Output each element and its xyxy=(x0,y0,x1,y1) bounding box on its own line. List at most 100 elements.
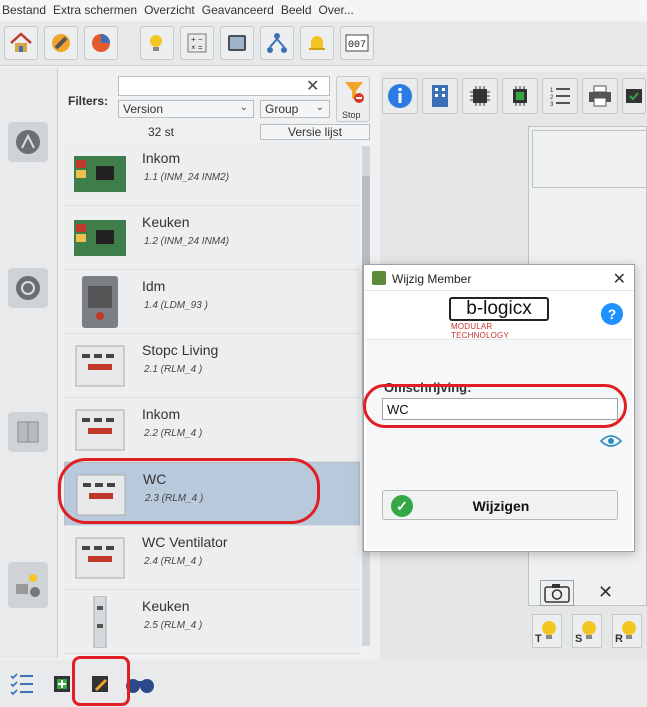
rail-module-thumb xyxy=(93,596,107,648)
menu-bestand[interactable]: Bestand xyxy=(2,3,53,17)
menu-extra-schermen[interactable]: Extra schermen xyxy=(53,3,144,17)
svg-text:× =: × = xyxy=(191,43,203,52)
member-code: 1.4 (LDM_93 ) xyxy=(144,300,208,311)
member-name: Stopc Living xyxy=(142,342,219,358)
version-select-value: Version xyxy=(123,102,164,116)
stop-label: Stop xyxy=(342,110,361,120)
main-toolbar: + − × = 007 xyxy=(0,22,647,66)
menu-geavanceerd[interactable]: Geavanceerd xyxy=(202,3,281,17)
member-name: WC xyxy=(143,471,167,487)
chevron-down-icon: ⌄ xyxy=(315,102,324,113)
logo-text: b-logicx xyxy=(449,297,549,321)
stop-filter-button[interactable]: Stop xyxy=(336,76,370,122)
bulb-letter: R xyxy=(615,633,623,645)
chip-icon[interactable] xyxy=(462,78,498,114)
menu-beeld[interactable]: Beeld xyxy=(281,3,319,17)
version-select[interactable]: Version ⌄ xyxy=(118,100,254,118)
omschrijving-input[interactable]: WC xyxy=(382,398,618,420)
funnel-icon xyxy=(345,82,364,103)
info-icon[interactable] xyxy=(382,78,418,114)
settings-chart-icon[interactable] xyxy=(84,26,118,60)
wijzig-member-dialog: Wijzig Member ✕ b-logicx MODULAR TECHNOL… xyxy=(363,264,635,552)
member-code: 1.1 (INM_24 INM2) xyxy=(144,172,230,183)
wrench-icon[interactable] xyxy=(44,26,78,60)
list-item[interactable]: Idm 1.4 (LDM_93 ) xyxy=(64,270,360,334)
rail-slot-top xyxy=(532,130,647,188)
dimmer-module-thumb xyxy=(82,276,118,328)
member-name: Idm xyxy=(142,278,166,294)
group-select[interactable]: Group ⌄ xyxy=(260,100,330,118)
menu-overzicht[interactable]: Overzicht xyxy=(144,3,202,17)
check-circle-icon: ✓ xyxy=(391,495,413,517)
chip-green-icon[interactable] xyxy=(502,78,538,114)
lightbulb-icon[interactable] xyxy=(140,26,174,60)
dialog-titlebar[interactable]: Wijzig Member ✕ xyxy=(364,265,634,291)
member-code: 2.1 (RLM_4 ) xyxy=(144,364,203,375)
binoculars-icon[interactable] xyxy=(122,666,158,702)
member-code: 2.3 (RLM_4 ) xyxy=(145,493,204,504)
group-select-value: Group xyxy=(265,102,299,116)
home-icon[interactable] xyxy=(4,26,38,60)
switch-module-icon[interactable] xyxy=(8,122,48,162)
building-icon[interactable] xyxy=(422,78,458,114)
pcb-module-thumb xyxy=(74,220,126,256)
bulb-letter: S xyxy=(575,633,583,645)
clear-search-icon[interactable]: ✕ xyxy=(306,76,319,96)
chip-check-icon[interactable] xyxy=(622,78,646,114)
checklist-icon[interactable] xyxy=(4,666,40,702)
scene-icon[interactable] xyxy=(8,562,48,608)
dialog-title: Wijzig Member xyxy=(392,272,472,286)
list-item[interactable]: Stopc Living 2.1 (RLM_4 ) xyxy=(64,334,360,398)
list-item[interactable]: WC Ventilator 2.4 (RLM_4 ) xyxy=(64,526,360,590)
omschrijving-label: Omschrijving: xyxy=(384,380,472,395)
bottom-toolbar xyxy=(0,660,647,707)
member-name: Keuken xyxy=(142,598,190,614)
app-icon xyxy=(372,271,386,285)
filters-label: Filters: xyxy=(68,94,109,108)
counter-icon[interactable]: 007 xyxy=(340,26,374,60)
panel-close-icon[interactable]: ✕ xyxy=(598,582,613,603)
help-icon[interactable]: ? xyxy=(601,303,623,325)
wall-switch-icon[interactable] xyxy=(8,412,48,452)
list-item[interactable]: Keuken 1.2 (INM_24 INM4) xyxy=(64,206,360,270)
filter-search-input[interactable] xyxy=(118,76,330,96)
eye-icon[interactable] xyxy=(599,432,623,453)
calculator-icon[interactable]: + − × = xyxy=(180,26,214,60)
versie-lijst-button[interactable]: Versie lijst xyxy=(260,124,370,140)
member-code: 2.5 (RLM_4 ) xyxy=(144,620,203,631)
bulb-t-button[interactable]: T xyxy=(532,614,562,648)
add-member-icon[interactable] xyxy=(44,666,80,702)
menu-over[interactable]: Over... xyxy=(319,3,361,17)
member-name: WC Ventilator xyxy=(142,534,228,550)
member-count: 32 st xyxy=(148,125,175,139)
network-icon[interactable] xyxy=(260,26,294,60)
member-code: 2.4 (RLM_4 ) xyxy=(144,556,203,567)
pcb-module-thumb xyxy=(74,156,126,192)
relay-module-thumb xyxy=(75,345,125,387)
member-code: 1.2 (INM_24 INM4) xyxy=(144,236,230,247)
printer-icon[interactable] xyxy=(582,78,618,114)
dimmer-icon[interactable] xyxy=(8,268,48,308)
list-item[interactable]: Inkom 2.2 (RLM_4 ) xyxy=(64,398,360,462)
numbered-list-icon[interactable]: 123 xyxy=(542,78,578,114)
member-name: Inkom xyxy=(142,406,181,422)
svg-text:3: 3 xyxy=(550,102,554,108)
tablet-icon[interactable] xyxy=(220,26,254,60)
bulb-r-button[interactable]: R xyxy=(612,614,642,648)
member-code: 2.2 (RLM_4 ) xyxy=(144,428,203,439)
camera-icon[interactable] xyxy=(540,580,574,606)
dialog-body: Omschrijving: WC Wijzigen ✓ xyxy=(366,339,632,549)
wijzigen-button[interactable]: Wijzigen ✓ xyxy=(382,490,618,520)
list-item[interactable]: Inkom 1.1 (INM_24 INM2) xyxy=(64,142,360,206)
member-list: Inkom 1.1 (INM_24 INM2) Keuken 1.2 (INM_… xyxy=(64,142,370,654)
relay-module-thumb xyxy=(75,537,125,579)
bulb-s-button[interactable]: S xyxy=(572,614,602,648)
filters-panel: Filters: ✕ Version ⌄ Group ⌄ Stop 32 st … xyxy=(60,72,376,142)
list-item-selected[interactable]: WC 2.3 (RLM_4 ) xyxy=(64,462,360,526)
svg-text:2: 2 xyxy=(550,95,554,101)
close-icon[interactable]: ✕ xyxy=(613,269,626,289)
edit-member-icon[interactable] xyxy=(82,666,118,702)
bell-icon[interactable] xyxy=(300,26,334,60)
list-item[interactable]: Keuken 2.5 (RLM_4 ) xyxy=(64,590,360,654)
logo-tagline: MODULAR TECHNOLOGY xyxy=(451,322,510,340)
